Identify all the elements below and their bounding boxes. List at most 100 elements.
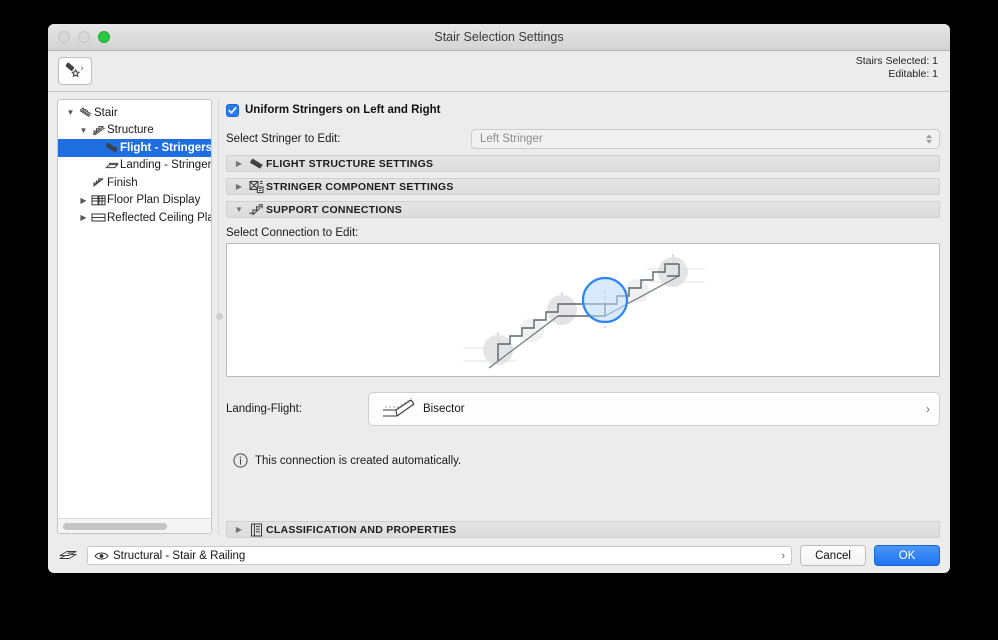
classification-icon	[246, 523, 266, 537]
main-spacer	[226, 468, 940, 515]
classification-glyph	[250, 523, 262, 536]
landing-flight-row: Landing-Flight: Bisector ›	[226, 392, 940, 426]
main-panel: Uniform Stringers on Left and Right Sele…	[226, 92, 950, 540]
section-classification-and-properties[interactable]: ▶ CLASSIFICATION AND PROPERTIES	[226, 521, 940, 538]
editable-text: Editable: 1	[888, 68, 938, 80]
uniform-stringers-row[interactable]: Uniform Stringers on Left and Right	[226, 101, 940, 119]
layers-icon	[57, 548, 79, 563]
sidebar-item-label: Structure	[107, 124, 154, 137]
landing-flight-value: Bisector	[423, 403, 465, 415]
support-conn-icon	[246, 203, 266, 216]
select-stringer-dropdown[interactable]: Left Stringer	[471, 129, 940, 149]
stair-selection-settings-window: Stair Selection Settings › Stairs Select…	[48, 24, 950, 573]
disclosure-triangle-icon[interactable]: ▶	[77, 196, 90, 205]
sidebar-item-landing-stringer[interactable]: Landing - Stringer	[58, 157, 211, 175]
landing-flight-label: Landing-Flight:	[226, 403, 303, 415]
component-icon	[246, 180, 266, 194]
traffic-lights	[58, 31, 110, 43]
chevron-right-icon[interactable]: ›	[926, 402, 930, 416]
toolbar: › Stairs Selected: 1 Editable: 1	[48, 51, 950, 92]
section-title: CLASSIFICATION AND PROPERTIES	[266, 523, 457, 536]
info-icon	[233, 453, 248, 468]
splitter-grip[interactable]	[215, 312, 223, 320]
landing-flight-picker[interactable]: Bisector ›	[368, 392, 940, 426]
select-connection-label: Select Connection to Edit:	[226, 227, 359, 239]
section-stringer-component-settings[interactable]: ▶ STRINGER COMPONENT SETTINGS	[226, 178, 940, 195]
section-twisty-icon[interactable]: ▶	[232, 159, 246, 168]
disclosure-triangle-icon[interactable]: ▼	[64, 108, 77, 117]
svg-text:›: ›	[81, 64, 84, 73]
layer-value: Structural - Stair & Railing	[113, 549, 246, 562]
minimize-button[interactable]	[78, 31, 90, 43]
window-footer: Structural - Stair & Railing › Cancel OK	[48, 540, 950, 573]
section-title: STRINGER COMPONENT SETTINGS	[266, 180, 454, 193]
sidebar-item-label: Reflected Ceiling Pla	[107, 211, 211, 224]
stair-icon	[77, 106, 94, 119]
stringer-icon	[103, 141, 120, 154]
bisector-glyph	[383, 397, 415, 417]
sidebar-item-label: Floor Plan Display	[107, 194, 201, 207]
selection-counts: Stairs Selected: 1 Editable: 1	[856, 55, 938, 81]
finish-icon	[90, 176, 107, 189]
window-title: Stair Selection Settings	[434, 30, 564, 44]
select-stringer-label: Select Stringer to Edit:	[226, 133, 341, 145]
eye-glyph	[94, 552, 109, 559]
favorites-stair-icon: ›	[65, 62, 84, 77]
bisector-icon	[377, 397, 423, 421]
selected-connection-marker[interactable]	[581, 276, 629, 324]
scrollbar-thumb[interactable]	[63, 522, 167, 530]
stair-section-diagram[interactable]	[226, 243, 940, 377]
ok-button[interactable]: OK	[874, 545, 940, 566]
info-text: This connection is created automatically…	[255, 454, 462, 467]
select-stringer-value: Left Stringer	[480, 133, 543, 145]
panel-splitter[interactable]	[212, 92, 226, 540]
section-header-list: ▶ FLIGHT STRUCTURE SETTINGS ▶ STRINGER COMP…	[226, 149, 940, 218]
sidebar-item-label: Finish	[107, 176, 138, 189]
stairs-selected-text: Stairs Selected: 1	[855, 55, 938, 67]
chevron-updown-icon	[926, 134, 932, 144]
info-row: This connection is created automatically…	[226, 453, 940, 468]
disclosure-triangle-icon[interactable]: ▶	[77, 213, 90, 222]
stepper-icon[interactable]	[925, 134, 933, 145]
ceiling-plan-icon	[90, 211, 107, 224]
section-twisty-icon[interactable]: ▼	[232, 205, 246, 214]
favorites-button[interactable]: ›	[58, 57, 92, 85]
sidebar-horizontal-scrollbar[interactable]	[58, 518, 211, 533]
zoom-button[interactable]	[98, 31, 110, 43]
sidebar-item-label: Flight - Stringers	[120, 141, 211, 154]
eye-icon[interactable]	[94, 551, 113, 561]
section-support-connections[interactable]: ▼ SUPPORT CONNECTIONS	[226, 201, 940, 218]
sidebar-item-structure[interactable]: ▼ Structure	[58, 122, 211, 140]
landing-stringer-icon	[103, 159, 120, 172]
section-title: SUPPORT CONNECTIONS	[266, 203, 403, 216]
sidebar-item-floor-plan-display[interactable]: ▶ Floor Plan Display	[58, 192, 211, 210]
settings-tree: ▼ Stair ▼ Structure Flight - Stringers Landin…	[58, 100, 211, 518]
settings-tree-sidebar: ▼ Stair ▼ Structure Flight - Stringers Landin…	[57, 99, 212, 534]
layer-chevron-icon[interactable]: ›	[781, 550, 785, 562]
cancel-button[interactable]: Cancel	[800, 545, 866, 566]
section-title: FLIGHT STRUCTURE SETTINGS	[266, 157, 434, 170]
floor-plan-icon	[90, 194, 107, 207]
window-body: ▼ Stair ▼ Structure Flight - Stringers Landin…	[48, 92, 950, 540]
select-stringer-row: Select Stringer to Edit: Left Stringer	[226, 129, 940, 149]
structure-icon	[90, 124, 107, 137]
sidebar-item-flight-stringers[interactable]: Flight - Stringers	[58, 139, 211, 157]
sidebar-item-label: Landing - Stringer	[120, 159, 211, 172]
stringer-icon	[246, 157, 266, 170]
section-twisty-icon[interactable]: ▶	[232, 525, 246, 534]
layers-glyph	[59, 551, 77, 559]
section-twisty-icon[interactable]: ▶	[232, 182, 246, 191]
sidebar-item-stair[interactable]: ▼ Stair	[58, 104, 211, 122]
stair-diagram-svg	[463, 254, 705, 369]
uniform-stringers-label: Uniform Stringers on Left and Right	[245, 104, 441, 116]
sidebar-item-reflected-ceiling-pla[interactable]: ▶ Reflected Ceiling Pla	[58, 209, 211, 227]
sidebar-item-finish[interactable]: Finish	[58, 174, 211, 192]
sidebar-item-label: Stair	[94, 106, 118, 119]
layer-selector[interactable]: Structural - Stair & Railing ›	[87, 546, 792, 565]
uniform-stringers-checkbox[interactable]	[226, 103, 239, 117]
checkmark-icon	[228, 106, 237, 114]
section-flight-structure-settings[interactable]: ▶ FLIGHT STRUCTURE SETTINGS	[226, 155, 940, 172]
disclosure-triangle-icon[interactable]: ▼	[77, 126, 90, 135]
close-button[interactable]	[58, 31, 70, 43]
window-titlebar[interactable]: Stair Selection Settings	[48, 24, 950, 51]
